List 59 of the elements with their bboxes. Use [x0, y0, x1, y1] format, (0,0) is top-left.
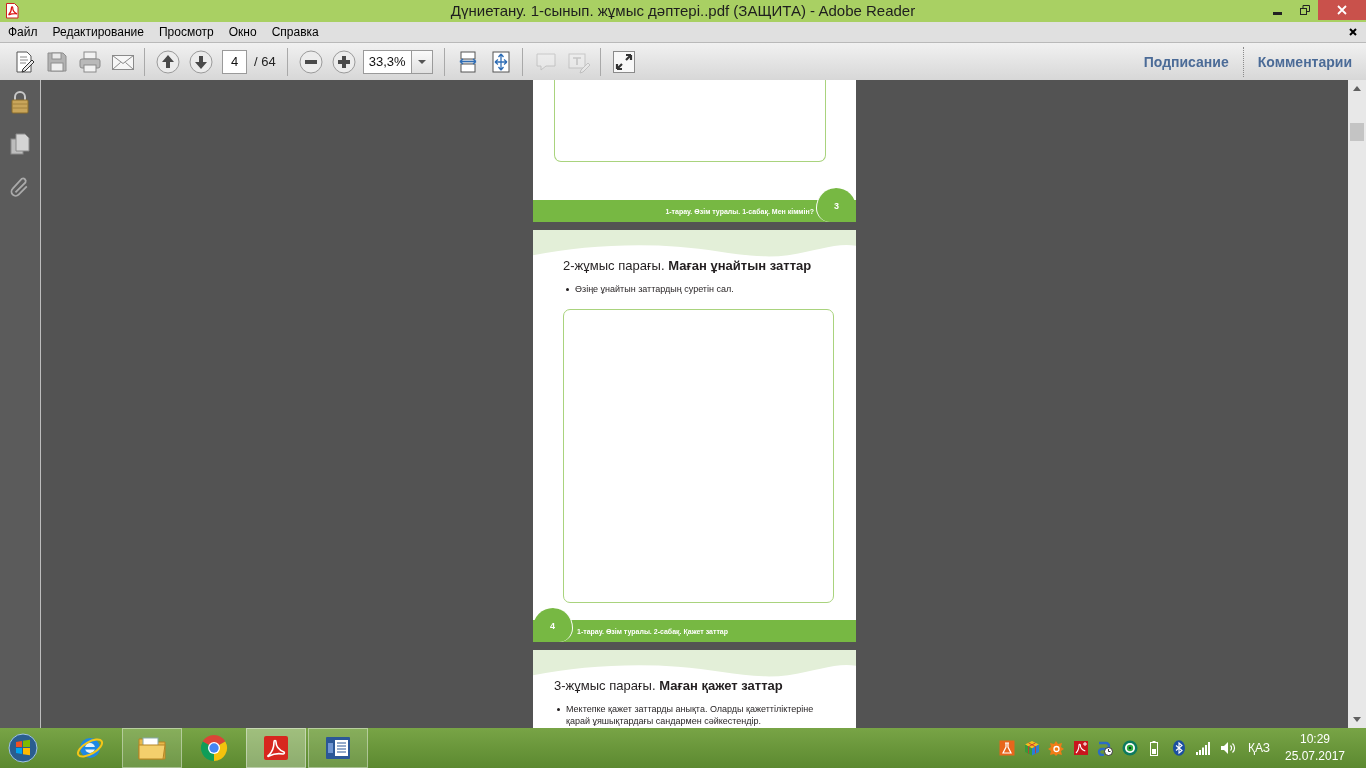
close-icon [1349, 28, 1357, 36]
window-title: Дүниетану. 1-сынып. жұмыс дәптері..pdf (ЗАЩИТА) - Adobe Reader [450, 1, 916, 21]
next-page-button[interactable] [187, 47, 215, 76]
bullet-icon [557, 707, 560, 711]
zoom-dropdown-button[interactable] [410, 49, 433, 74]
instruction-text: Өзіңе ұнайтын заттардың суретін сал. [575, 283, 734, 295]
menu-item[interactable]: Справка [264, 23, 326, 41]
page-count: / 64 [254, 54, 276, 69]
toolbar-close-button[interactable] [1349, 28, 1357, 36]
clock-badge-icon[interactable] [1097, 740, 1114, 756]
panel-button[interactable]: Подписание [1129, 53, 1243, 70]
word-processor-taskbar-button[interactable] [308, 728, 368, 768]
plus-circle-icon [331, 49, 356, 74]
clock-date[interactable]: 25.07.2017 [1284, 748, 1346, 765]
caret-down-icon [1353, 717, 1361, 722]
zoom-in-button[interactable] [329, 47, 358, 76]
close-icon [1337, 5, 1347, 15]
minus-circle-icon [298, 49, 323, 74]
menu-item[interactable]: Просмотр [151, 23, 221, 41]
previous-page-button[interactable] [154, 47, 182, 76]
panel-button[interactable]: Комментарии [1243, 53, 1366, 70]
caret-icon [417, 59, 426, 64]
segmented-circle-icon [199, 733, 229, 763]
flask-tile-icon[interactable] [999, 740, 1016, 756]
cube-icon[interactable] [1023, 740, 1040, 756]
bluetooth-icon[interactable] [1170, 740, 1187, 756]
worksheet-title: 3-жұмыс парағы. Маған қажет заттар [554, 678, 784, 693]
start-icon [8, 733, 38, 763]
page-number: 3 [834, 201, 839, 213]
security-panel-button[interactable] [8, 89, 32, 115]
document-swirl-icon [261, 733, 291, 763]
zoom-field[interactable]: 33,3% [362, 49, 411, 74]
instruction-text: Мектепке қажет заттарды анықта. Оларды қажеттіліктеріне қарай ұяшықтардағы сандармен сәйкестендір. [566, 703, 815, 727]
pages-panel-button[interactable] [8, 131, 32, 157]
caret-up-icon [1353, 86, 1361, 91]
swirl-tile-icon[interactable] [1072, 740, 1089, 756]
page-number-field[interactable]: 4 [222, 49, 247, 74]
menu-item[interactable]: Окно [221, 23, 264, 41]
menu-item[interactable]: Редактирование [45, 23, 151, 41]
splat-icon[interactable] [1048, 740, 1065, 756]
zoom-out-button[interactable] [296, 47, 325, 76]
pdf-reader-taskbar-button[interactable] [246, 728, 306, 768]
pages-icon [10, 132, 30, 156]
bullet-icon [566, 287, 569, 291]
close-button[interactable] [1318, 0, 1366, 20]
scroll-thumb[interactable] [1350, 123, 1364, 141]
padlock-icon [10, 90, 30, 114]
minimize-icon [1273, 11, 1282, 15]
page-number: 4 [550, 621, 555, 633]
expand-arrows-icon [611, 49, 636, 74]
document-swirl-icon [4, 2, 20, 19]
eye-ring-icon[interactable] [1121, 740, 1138, 756]
restore-icon [1299, 5, 1310, 15]
menu-item[interactable]: Файл [1, 23, 45, 41]
signal-icon[interactable] [1195, 740, 1212, 756]
volume-icon[interactable] [1219, 740, 1236, 756]
printer-icon [78, 49, 102, 74]
worksheet-title: 2-жұмыс парағы. Маған ұнайтын заттар [563, 258, 813, 273]
file-manager-taskbar-button[interactable] [122, 728, 182, 768]
